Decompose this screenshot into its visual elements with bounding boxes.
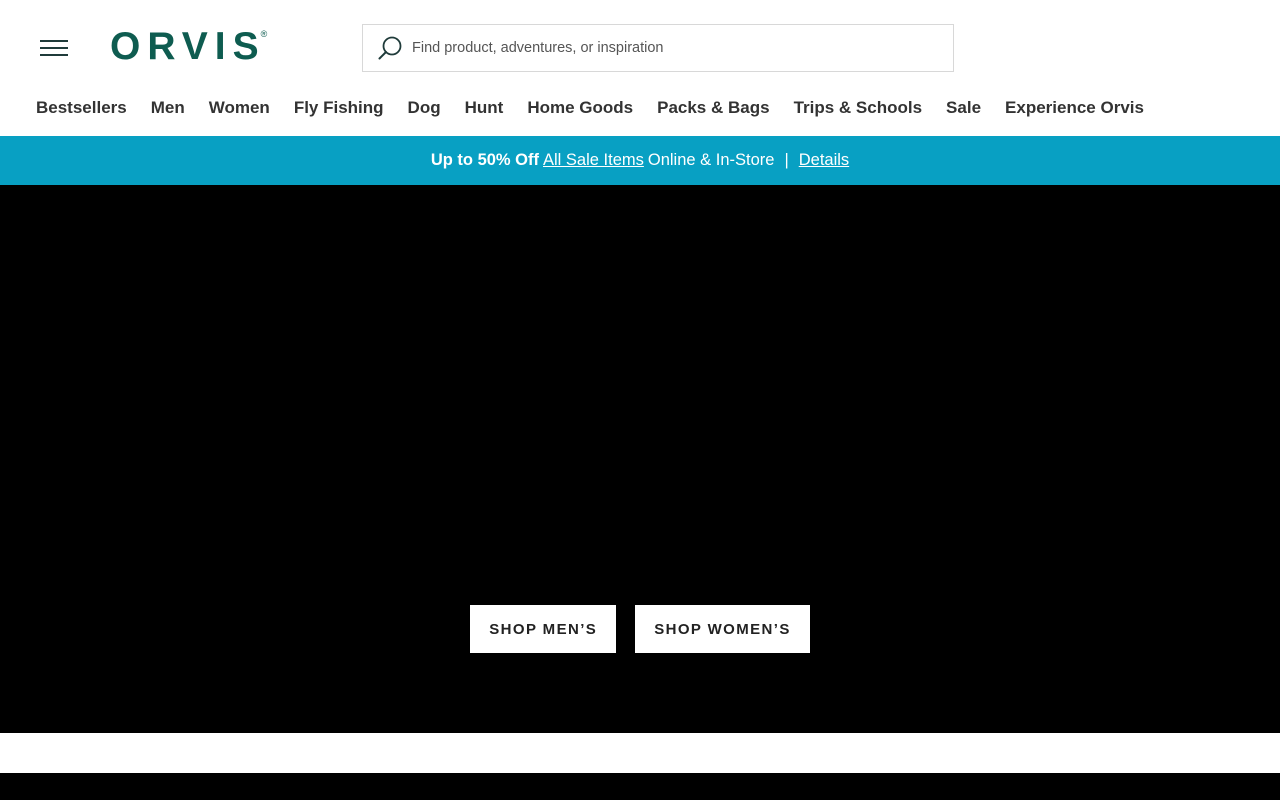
- promo-sale-link[interactable]: All Sale Items: [543, 151, 644, 170]
- search-icon[interactable]: [377, 35, 403, 61]
- nav-item-fly-fishing[interactable]: Fly Fishing: [294, 96, 384, 120]
- promo-headline: Up to 50% Off: [430, 151, 539, 169]
- hero-buttons: SHOP MEN’S SHOP WOMEN’S: [0, 605, 1280, 653]
- nav-item-home-goods[interactable]: Home Goods: [527, 96, 633, 120]
- nav-item-trips-schools[interactable]: Trips & Schools: [794, 96, 922, 120]
- nav-item-men[interactable]: Men: [151, 96, 185, 120]
- search-input[interactable]: [412, 40, 953, 56]
- promo-suffix: Online & In-Store: [647, 151, 775, 169]
- nav-item-sale[interactable]: Sale: [946, 96, 981, 120]
- registered-mark: ®: [260, 29, 268, 39]
- nav-item-packs-bags[interactable]: Packs & Bags: [657, 96, 769, 120]
- shop-mens-button[interactable]: SHOP MEN’S: [470, 605, 617, 653]
- main-nav: Bestsellers Men Women Fly Fishing Dog Hu…: [36, 96, 1144, 120]
- promo-banner: Up to 50% Off All Sale Items Online & In…: [0, 136, 1280, 185]
- nav-item-bestsellers[interactable]: Bestsellers: [36, 96, 127, 120]
- section-spacer: [0, 733, 1280, 773]
- hamburger-menu-icon[interactable]: [40, 40, 68, 57]
- nav-item-women[interactable]: Women: [209, 96, 270, 120]
- hero-banner: SHOP MEN’S SHOP WOMEN’S: [0, 185, 1280, 733]
- logo-text: ORVIS: [110, 25, 266, 68]
- promo-separator: |: [784, 151, 789, 169]
- orvis-logo[interactable]: ORVIS ®: [110, 27, 267, 67]
- promo-details-link[interactable]: Details: [799, 151, 849, 170]
- nav-item-dog[interactable]: Dog: [408, 96, 441, 120]
- shop-womens-button[interactable]: SHOP WOMEN’S: [635, 605, 810, 653]
- next-section-banner: [0, 773, 1280, 800]
- site-header: ORVIS ® Bestsellers Men Women Fly Fishin…: [0, 0, 1280, 136]
- search-bar: [362, 24, 954, 72]
- nav-item-hunt[interactable]: Hunt: [465, 96, 504, 120]
- nav-item-experience-orvis[interactable]: Experience Orvis: [1005, 96, 1144, 120]
